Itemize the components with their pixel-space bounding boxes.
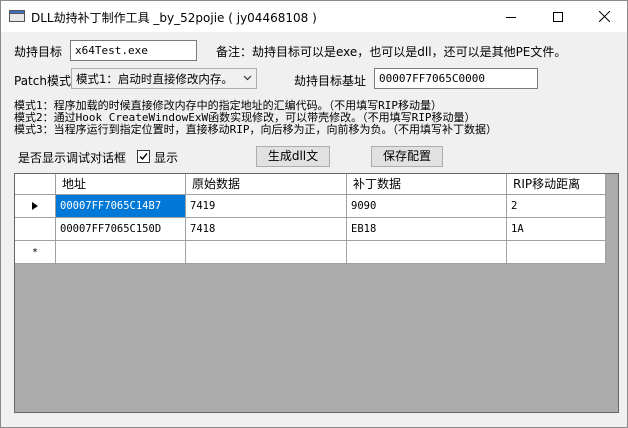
- table-cell-rip[interactable]: [507, 241, 606, 264]
- corner-header-cell: [15, 174, 56, 195]
- table-cell-patch[interactable]: EB18: [347, 218, 507, 241]
- row-header[interactable]: [15, 218, 56, 241]
- new-row-header[interactable]: *: [15, 241, 56, 264]
- column-header-rip[interactable]: RIP移动距离: [507, 174, 606, 195]
- current-row-icon: [32, 202, 38, 210]
- patch-mode-select[interactable]: 模式1：启动时直接修改内存。: [71, 68, 257, 89]
- close-icon: [598, 11, 610, 22]
- title-bar[interactable]: DLL劫持补丁制作工具 _by_52pojie ( jy04468108 ): [1, 1, 627, 32]
- generate-dll-button[interactable]: 生成dll文: [256, 146, 330, 167]
- row-header[interactable]: [15, 195, 56, 218]
- maximize-button[interactable]: [535, 1, 581, 32]
- save-config-button[interactable]: 保存配置: [371, 146, 443, 167]
- base-label: 劫持目标基址: [294, 74, 367, 88]
- debug-checkbox-label[interactable]: 显示: [154, 149, 178, 166]
- patch-table[interactable]: 地址 原始数据 补丁数据 RIP移动距离 00007FF7065C14B7 74…: [14, 173, 619, 413]
- debug-checkbox[interactable]: [137, 150, 150, 163]
- table-cell-original[interactable]: [186, 241, 347, 264]
- table-cell-address[interactable]: 00007FF7065C14B7: [56, 195, 186, 218]
- table-cell-address[interactable]: 00007FF7065C150D: [56, 218, 186, 241]
- table-cell-original[interactable]: 7419: [186, 195, 347, 218]
- table-cell-address[interactable]: [56, 241, 186, 264]
- chevron-down-icon: [243, 75, 252, 81]
- checkmark-icon: [139, 153, 148, 161]
- column-header-patch[interactable]: 补丁数据: [347, 174, 507, 195]
- table-cell-original[interactable]: 7418: [186, 218, 347, 241]
- base-address-input[interactable]: 00007FF7065C0000: [374, 68, 538, 89]
- table-cell-rip[interactable]: 2: [507, 195, 606, 218]
- minimize-icon: [506, 16, 516, 18]
- note-text: 备注：劫持目标可以是exe，也可以是dll，还可以是其他PE文件。: [216, 45, 567, 59]
- column-header-address[interactable]: 地址: [56, 174, 186, 195]
- table-cell-patch[interactable]: 9090: [347, 195, 507, 218]
- close-button[interactable]: [581, 1, 627, 32]
- patch-mode-label: Patch模式: [14, 74, 71, 88]
- debug-label: 是否显示调试对话框: [18, 151, 127, 165]
- table-cell-patch[interactable]: [347, 241, 507, 264]
- maximize-icon: [553, 11, 563, 22]
- minimize-button[interactable]: [488, 1, 534, 32]
- target-label: 劫持目标: [14, 45, 63, 59]
- target-input[interactable]: x64Test.exe: [70, 40, 197, 61]
- mode3-description: 模式3：当程序运行到指定位置时，直接移动RIP，向后移为正，向前移为负。（不用填…: [14, 123, 497, 136]
- app-icon: [9, 10, 25, 22]
- patch-mode-value: 模式1：启动时直接修改内存。: [76, 72, 233, 86]
- table-cell-rip[interactable]: 1A: [507, 218, 606, 241]
- main-window: DLL劫持补丁制作工具 _by_52pojie ( jy04468108 ) 劫…: [0, 0, 628, 428]
- column-header-original[interactable]: 原始数据: [186, 174, 347, 195]
- window-title: DLL劫持补丁制作工具 _by_52pojie ( jy04468108 ): [31, 11, 317, 25]
